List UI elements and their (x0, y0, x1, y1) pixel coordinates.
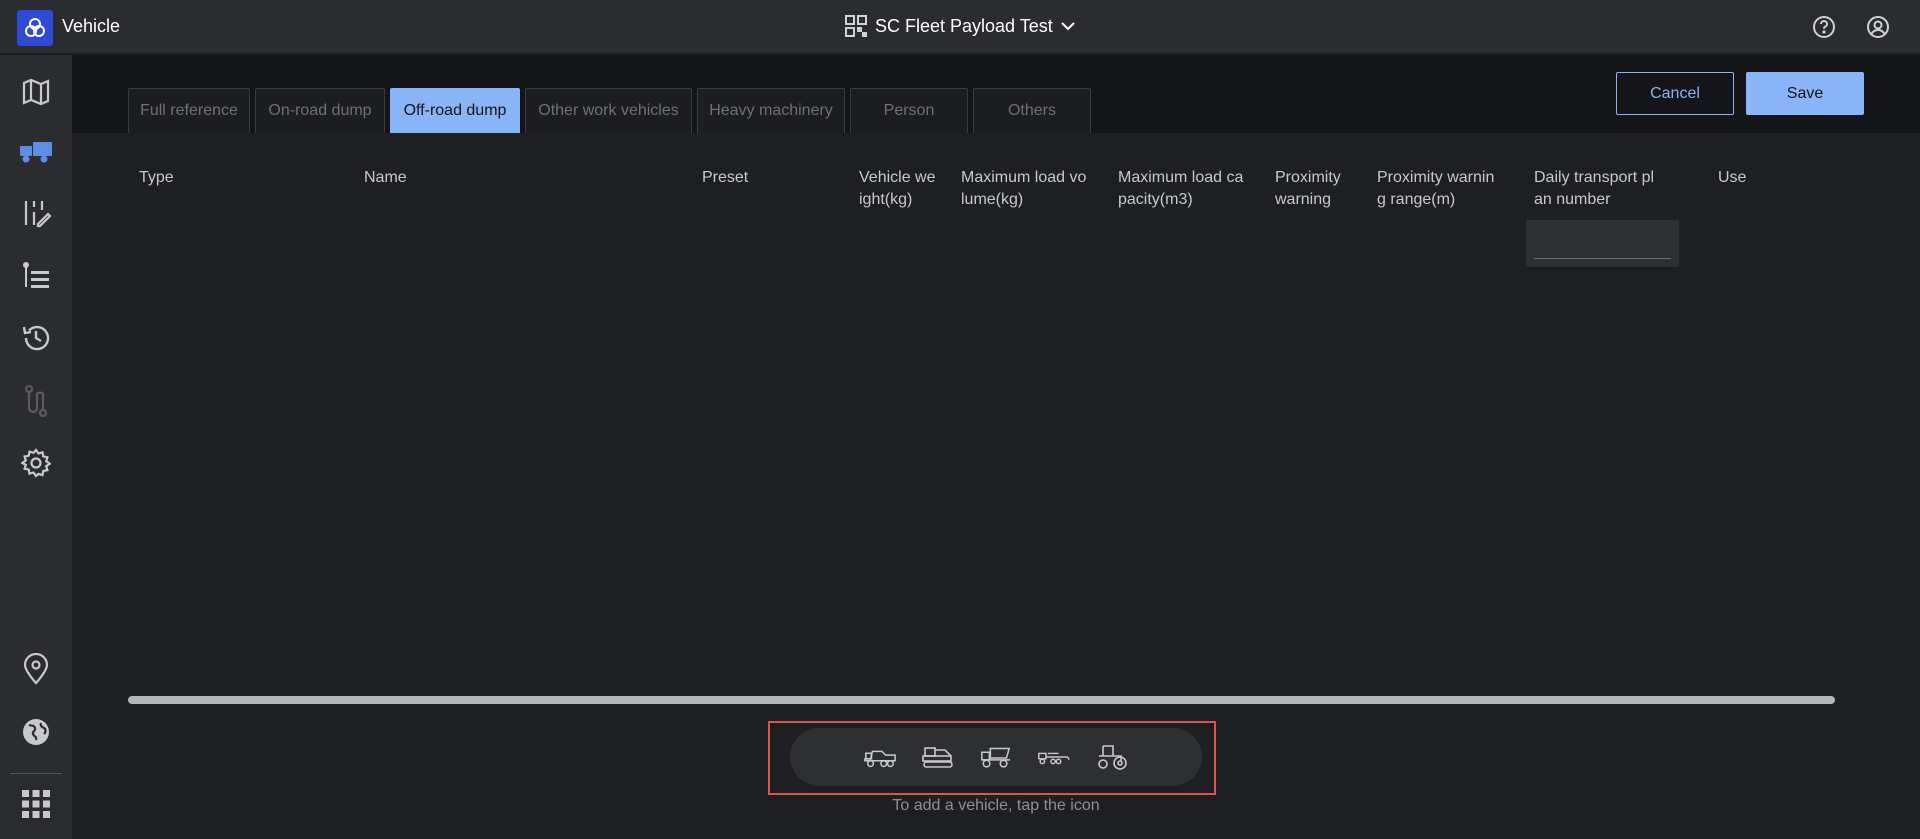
articulated-dump-truck-icon[interactable] (979, 744, 1013, 770)
column-header-proximity-warning-range: Proximity warnin g range(m) (1377, 169, 1495, 208)
column-header-daily-transport-plan: Daily transport pl an number (1534, 169, 1655, 208)
column-header-name: Name (364, 169, 407, 186)
project-selector[interactable]: SC Fleet Payload Test (845, 15, 1075, 37)
edit-settings-icon[interactable] (18, 195, 54, 231)
column-header-max-load-capacity: Maximum load ca pacity(m3) (1118, 169, 1244, 208)
daily-transport-plan-input[interactable] (1526, 220, 1679, 267)
route-icon[interactable] (18, 383, 54, 419)
account-icon[interactable] (1866, 15, 1890, 39)
input-underline (1534, 258, 1671, 259)
location-pin-icon[interactable] (18, 651, 54, 687)
horizontal-scrollbar[interactable] (128, 696, 1835, 704)
column-header-type: Type (139, 169, 174, 186)
qr-code-icon (845, 15, 867, 37)
app-title: Vehicle (62, 16, 121, 36)
map-icon[interactable] (18, 74, 54, 110)
tab-other-work-vehicles[interactable]: Other work vehicles (525, 88, 692, 133)
tab-off-road-dump[interactable]: Off-road dump (390, 88, 520, 133)
chevron-down-icon (1061, 22, 1075, 31)
tab-others[interactable]: Others (973, 88, 1091, 133)
vehicle-type-tabs: Full reference On-road dump Off-road dum… (128, 88, 1091, 133)
globe-icon[interactable] (18, 714, 54, 750)
project-name: SC Fleet Payload Test (875, 15, 1053, 36)
add-vehicle-hint: To add a vehicle, tap the icon (892, 797, 1100, 814)
rigid-dump-truck-icon[interactable] (863, 744, 897, 770)
vehicle-icon[interactable] (18, 133, 54, 169)
trailer-truck-icon[interactable] (1037, 744, 1071, 770)
tab-heavy-machinery[interactable]: Heavy machinery (697, 88, 845, 133)
column-header-preset: Preset (702, 169, 749, 186)
list-tree-icon[interactable] (18, 258, 54, 294)
help-icon[interactable] (1812, 15, 1836, 39)
column-header-proximity-warning: Proximity warning (1275, 169, 1341, 208)
settings-gear-icon[interactable] (18, 445, 54, 481)
column-header-max-load-volume: Maximum load vo lume(kg) (961, 169, 1087, 208)
history-icon[interactable] (18, 320, 54, 356)
sidebar-divider (10, 773, 62, 774)
top-bar: Vehicle SC Fleet Payload Test (0, 0, 1920, 54)
column-header-vehicle-weight: Vehicle we ight(kg) (859, 169, 936, 208)
tab-full-reference[interactable]: Full reference (128, 88, 250, 133)
tab-person[interactable]: Person (850, 88, 968, 133)
app-logo-icon[interactable] (17, 10, 53, 46)
excavator-icon[interactable] (921, 744, 955, 770)
add-vehicle-toolbar (790, 728, 1202, 786)
column-header-use: Use (1718, 169, 1747, 186)
tractor-icon[interactable] (1095, 744, 1129, 770)
save-button[interactable]: Save (1746, 72, 1864, 115)
tab-on-road-dump[interactable]: On-road dump (255, 88, 385, 133)
cancel-button[interactable]: Cancel (1616, 72, 1734, 115)
sidebar (0, 55, 72, 839)
